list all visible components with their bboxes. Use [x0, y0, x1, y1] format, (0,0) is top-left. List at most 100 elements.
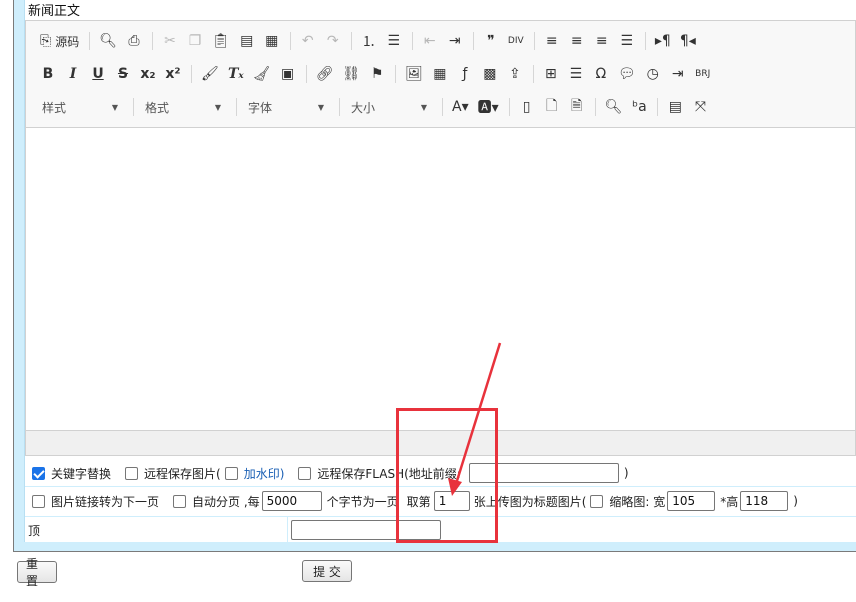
table-insert-button[interactable]: ▦	[428, 62, 452, 86]
toolbar-separator	[133, 98, 134, 116]
upload-button[interactable]: ⇪	[503, 62, 527, 86]
toolbar-separator	[289, 32, 291, 50]
undo-button[interactable]: ↶	[296, 29, 320, 53]
font-select[interactable]: 字体 ▼	[242, 95, 330, 119]
paste-button[interactable]: 📋︎	[208, 29, 234, 53]
thumbnail-checkbox[interactable]	[590, 494, 604, 508]
superscript-button[interactable]: x²	[161, 62, 185, 86]
flash-button[interactable]: ƒ	[453, 62, 477, 86]
template-icon: 🗎︎	[571, 98, 583, 114]
redo-button[interactable]: ↷	[321, 29, 345, 53]
blockquote-icon: ❞	[487, 33, 495, 49]
align-center-button[interactable]: ≡	[565, 29, 589, 53]
clean-button[interactable]: 🧹︎	[249, 62, 275, 86]
size-select[interactable]: 大小 ▼	[345, 95, 433, 119]
toolbar-row-3: 样式 ▼ 格式 ▼ 字体 ▼ 大小 ▼ A▾ 🅰▾ ▯ 🗋︎ 🗎︎ 🔍︎ ᵇa ▤ ⤧	[36, 95, 713, 119]
pagebreak-button[interactable]: ⇥	[666, 62, 690, 86]
paste-from-word-button[interactable]: ▣	[276, 62, 300, 86]
preview-button[interactable]: 🔍︎	[95, 29, 121, 53]
show-blocks-button[interactable]: ▤	[663, 95, 687, 119]
show-blocks-icon: ▤	[668, 99, 683, 115]
smiley-button[interactable]: 💬︎	[614, 62, 640, 86]
remove-format-button[interactable]: Tₓ	[224, 62, 248, 86]
reset-button[interactable]: 重置	[17, 557, 57, 588]
bold-button[interactable]: B	[36, 62, 60, 86]
remote-save-flash-checkbox[interactable]	[298, 466, 312, 480]
cut-button[interactable]: ✂	[158, 29, 182, 53]
keyword-replace-checkbox[interactable]	[32, 466, 45, 480]
image-link-next-checkbox[interactable]	[32, 494, 45, 508]
paste-text-button[interactable]: ▤	[235, 29, 259, 53]
hr-button[interactable]: ☰	[564, 62, 588, 86]
thumbnail-height-input[interactable]	[740, 491, 789, 511]
anchor-button[interactable]: ⚑	[365, 62, 389, 86]
chars-per-page-input[interactable]	[261, 491, 322, 511]
image-button[interactable]: 🖼︎	[401, 62, 427, 86]
unlink-icon: ⛓	[342, 66, 361, 82]
page-row-divider	[287, 517, 288, 543]
table-button[interactable]: ⊞	[539, 62, 563, 86]
toolbar-separator	[508, 98, 510, 116]
source-label: 源码	[55, 34, 80, 49]
outdent-button[interactable]: ⇤	[418, 29, 442, 53]
chevron-down-icon: ▼	[317, 102, 324, 112]
fullscreen-button[interactable]: ⤧	[688, 95, 712, 119]
bulleted-list-button[interactable]: ☰	[382, 29, 406, 53]
align-right-button[interactable]: ≡	[590, 29, 614, 53]
align-left-button[interactable]: ≡	[540, 29, 564, 53]
special-char-button[interactable]: Ω	[589, 62, 613, 86]
bulleted-list-icon: ☰	[387, 33, 401, 49]
style-select[interactable]: 样式 ▼	[36, 95, 124, 119]
find-button[interactable]: 🔍︎	[601, 95, 627, 119]
remote-save-images-checkbox[interactable]	[125, 466, 139, 480]
strike-button[interactable]: S	[111, 62, 135, 86]
rtl-button[interactable]: ¶◂	[676, 29, 700, 53]
table-icon: ⊞	[545, 66, 557, 82]
unlink-button[interactable]: ⛓	[338, 62, 364, 86]
time-button[interactable]: ◷	[641, 62, 665, 86]
auto-paging-label: 自动分页 ,每	[192, 494, 260, 509]
editor-content-area[interactable]	[26, 128, 855, 430]
justify-button[interactable]: ☰	[615, 29, 639, 53]
numbered-list-icon: ⒈	[361, 34, 376, 50]
div-button[interactable]: DIV	[504, 29, 528, 53]
toolbar-separator	[442, 98, 443, 116]
bg-color-button[interactable]: 🅰▾	[474, 95, 503, 119]
options-row-1: 关键字替换 远程保存图片( 加水印) 远程保存FLASH(地址前缀: )	[32, 462, 629, 484]
auto-paging-checkbox[interactable]	[173, 494, 187, 508]
thumbnail-width-input[interactable]	[667, 491, 716, 511]
underline-button[interactable]: U	[86, 62, 110, 86]
source-button[interactable]: ⎘ 源码	[36, 29, 83, 53]
paste-icon: 📋︎	[212, 33, 230, 49]
remove-format-icon: Tₓ	[227, 66, 244, 82]
media-button[interactable]: ▩	[478, 62, 502, 86]
format-select[interactable]: 格式 ▼	[139, 95, 227, 119]
italic-button[interactable]: I	[61, 62, 85, 86]
subscript-button[interactable]: x₂	[136, 62, 160, 86]
ltr-button[interactable]: ▸¶	[651, 29, 675, 53]
numbered-list-button[interactable]: ⒈	[357, 29, 381, 53]
toolbar-separator	[533, 32, 535, 50]
remote-save-images-label: 远程保存图片(	[144, 466, 221, 481]
brj-button[interactable]: BRJ	[691, 62, 715, 86]
style-select-label: 样式	[42, 100, 67, 115]
template-button[interactable]: 🗎︎	[565, 95, 589, 119]
flash-close-paren: )	[623, 466, 629, 480]
format-painter-button[interactable]: 🖌︎	[197, 62, 223, 86]
submit-button[interactable]: 提 交	[302, 560, 352, 582]
watermark-checkbox[interactable]	[224, 466, 238, 480]
toolbar-separator	[236, 98, 237, 116]
link-button[interactable]: 🔗︎	[312, 62, 338, 86]
text-color-button[interactable]: A▾	[448, 95, 473, 119]
print-button[interactable]: ⎙	[122, 29, 146, 53]
indent-button[interactable]: ⇥	[443, 29, 467, 53]
replace-button[interactable]: ᵇa	[627, 95, 651, 119]
page-row-label: 顶	[28, 524, 41, 538]
new-page-button[interactable]: 🗋︎	[540, 95, 564, 119]
anchor-icon: ⚑	[370, 66, 384, 82]
blockquote-button[interactable]: ❞	[479, 29, 503, 53]
maximize-doc-button[interactable]: ▯	[515, 95, 539, 119]
thumbnail-close-paren: )	[793, 494, 798, 508]
paste-word-button[interactable]: ▦	[260, 29, 284, 53]
copy-button[interactable]: ❐	[183, 29, 207, 53]
